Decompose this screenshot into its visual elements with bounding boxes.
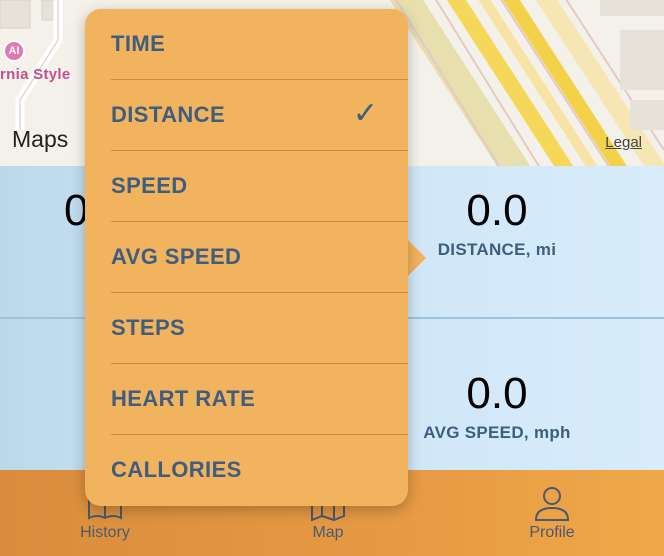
tab-history-label: History <box>80 524 130 541</box>
menu-item-calories[interactable]: CALLORIES <box>85 435 408 506</box>
avg-speed-label: AVG SPEED, mph <box>423 423 571 442</box>
menu-item-label: TIME <box>111 31 166 56</box>
metric-picker-popover: TIME DISTANCE ✓ SPEED AVG SPEED STEPS HE… <box>85 9 408 506</box>
menu-item-distance[interactable]: DISTANCE ✓ <box>85 80 408 151</box>
menu-item-label: AVG SPEED <box>111 244 242 269</box>
menu-item-heart-rate[interactable]: HEART RATE <box>85 364 408 435</box>
avg-speed-stat[interactable]: 0.0 AVG SPEED, mph <box>397 369 597 443</box>
distance-label: DISTANCE, mi <box>437 240 557 259</box>
checkmark-icon: ✓ <box>352 97 378 130</box>
menu-item-label: HEART RATE <box>111 386 256 411</box>
person-icon <box>534 487 570 521</box>
distance-stat[interactable]: 0.0 DISTANCE, mi <box>397 186 597 260</box>
menu-item-steps[interactable]: STEPS <box>85 293 408 364</box>
poi-icon[interactable]: AI <box>3 40 25 62</box>
tab-map-label: Map <box>312 524 344 541</box>
distance-value: 0.0 <box>466 186 528 235</box>
tab-profile-label: Profile <box>529 524 575 541</box>
legal-link[interactable]: Legal <box>605 134 642 151</box>
menu-item-time[interactable]: TIME <box>85 9 408 80</box>
menu-item-label: SPEED <box>111 173 188 198</box>
menu-item-label: CALLORIES <box>111 457 242 482</box>
menu-item-avg-speed[interactable]: AVG SPEED <box>85 222 408 293</box>
maps-attribution: Maps <box>10 126 68 153</box>
menu-item-label: DISTANCE <box>111 102 226 127</box>
avg-speed-value: 0.0 <box>466 369 528 418</box>
poi-label: rnia Style <box>0 66 71 83</box>
menu-item-speed[interactable]: SPEED <box>85 151 408 222</box>
maps-brand-label: Maps <box>12 126 69 152</box>
menu-item-label: STEPS <box>111 315 186 340</box>
tab-profile[interactable]: Profile <box>472 470 632 542</box>
